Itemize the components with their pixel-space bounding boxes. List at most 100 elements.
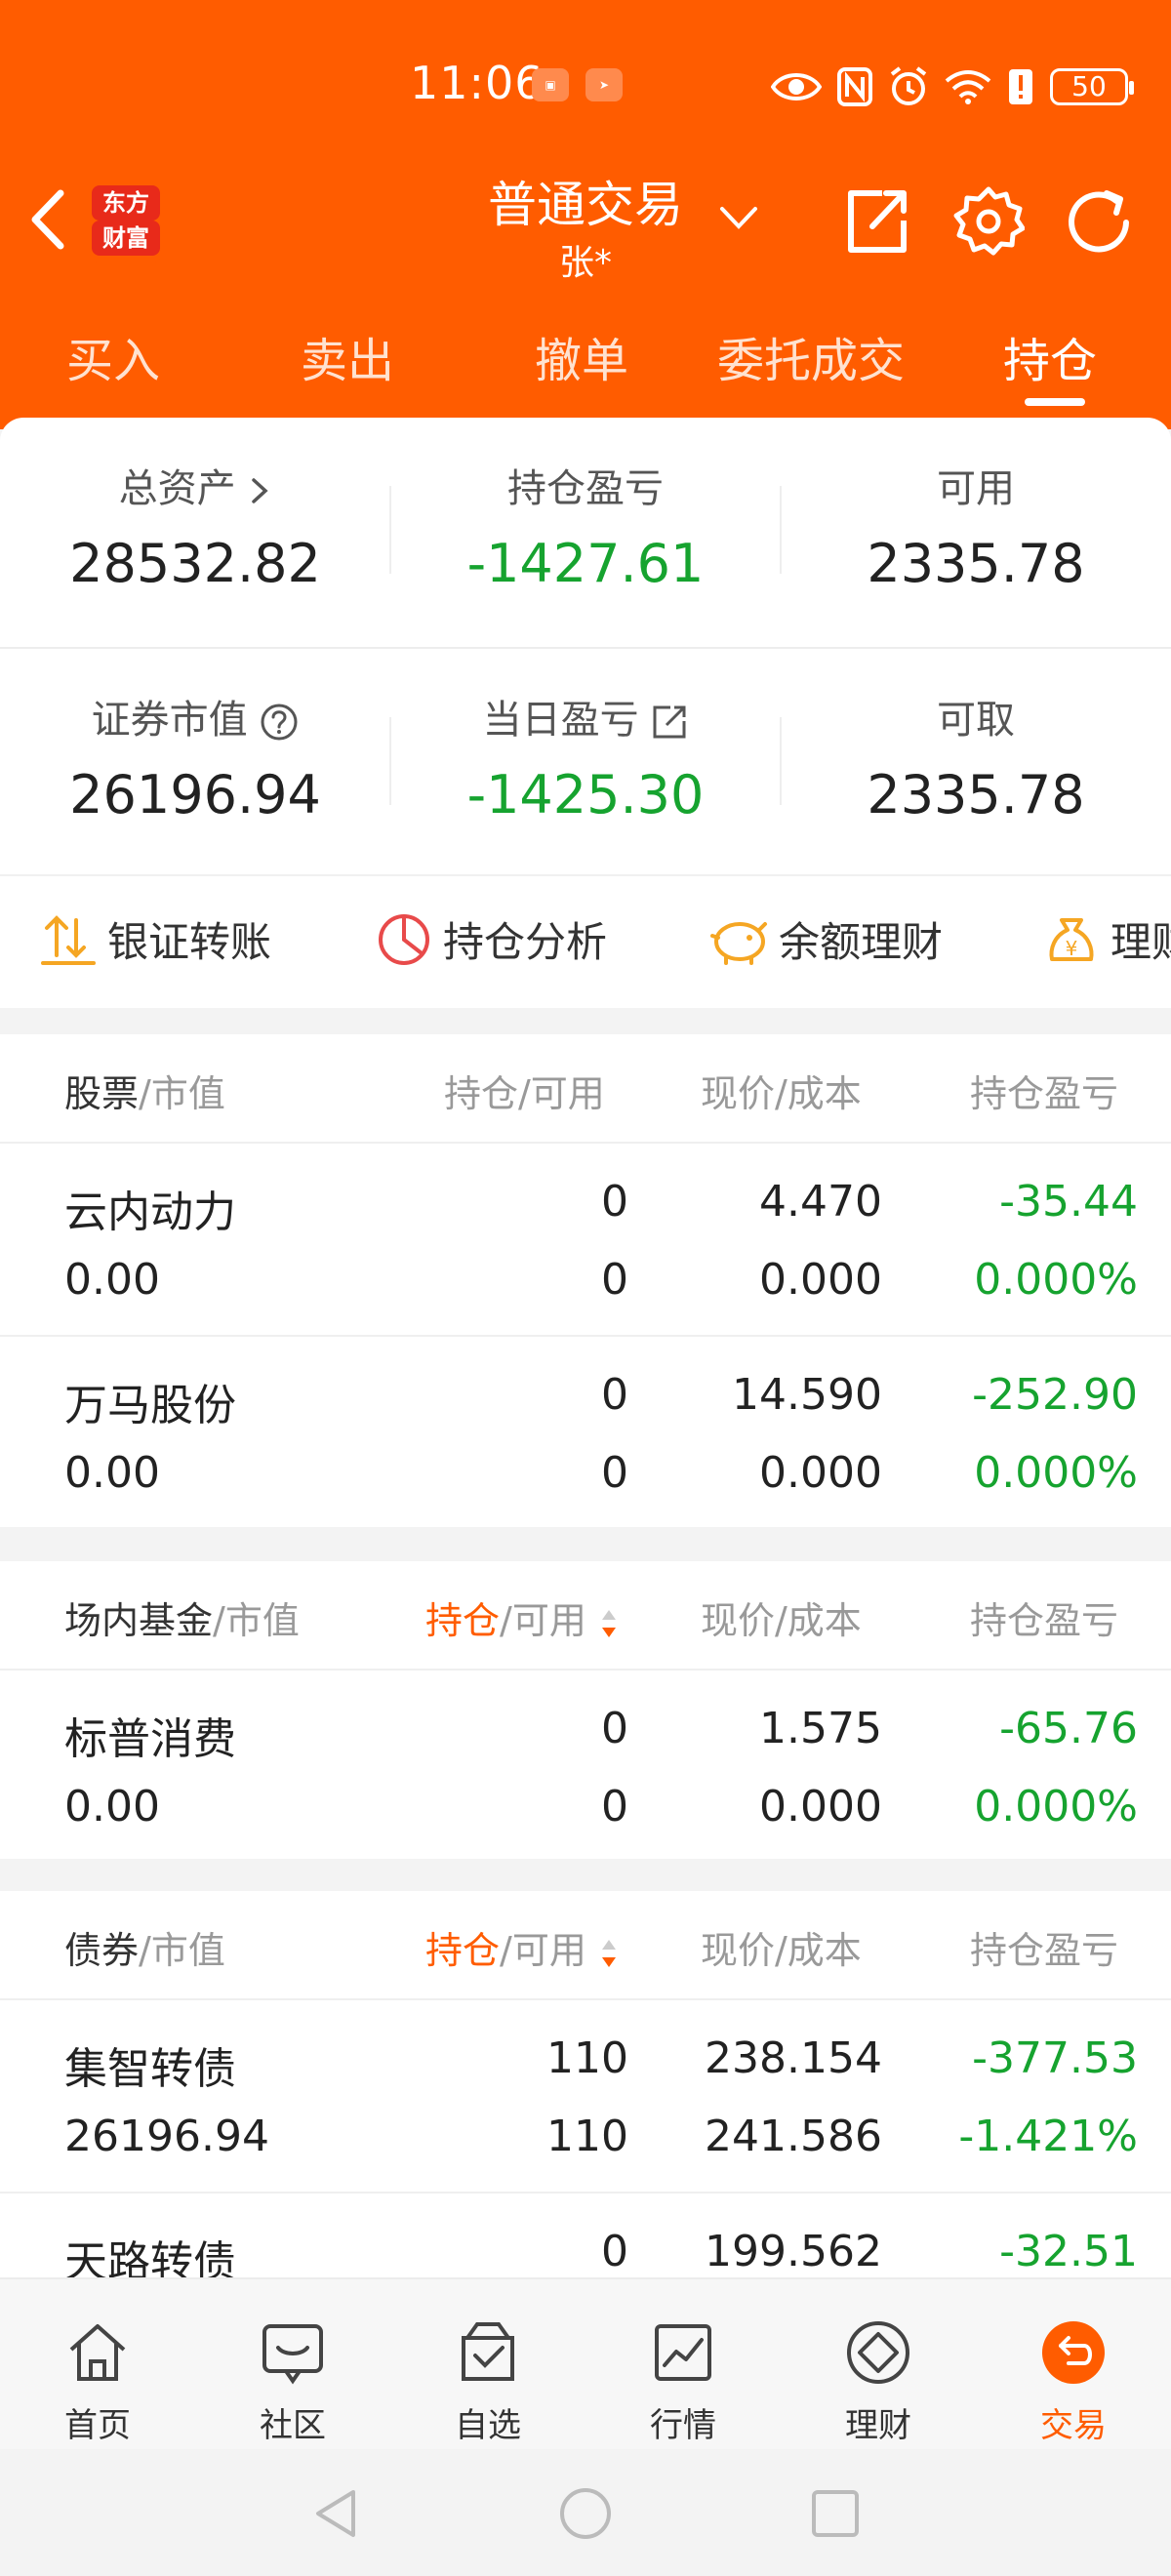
tab-positions[interactable]: 持仓 <box>1003 322 1097 390</box>
settings-gear-icon[interactable] <box>952 185 1025 258</box>
avail-qty: 0 <box>601 1448 628 1498</box>
col-price-cost[interactable]: 现价/成本 <box>701 1064 862 1117</box>
summary-row-1: 总资产 28532.82 持仓盈亏 -1427.61 可用 2335.78 <box>0 418 1171 642</box>
account-holder-name: 张* <box>558 243 612 283</box>
nav-community[interactable]: 社区 <box>224 2299 361 2445</box>
logo-text-bottom: 财富 <box>92 221 160 256</box>
transfer-icon <box>41 914 96 965</box>
total-assets-value: 28532.82 <box>69 533 321 594</box>
withdrawable-label: 可取 <box>937 698 1015 743</box>
daily-pnl-label: 当日盈亏 <box>482 698 639 743</box>
table-row[interactable]: 天路转债 0 199.562 -32.51 <box>0 2192 1171 2277</box>
app-header: 11:06 ▣ ➤ 50 东方 财富 普通交易 张* 买入 卖出 撤单 委托成交… <box>0 0 1171 429</box>
pnl-amount: -252.90 <box>972 1370 1138 1420</box>
tab-sell[interactable]: 卖出 <box>301 322 394 390</box>
position-pnl: 持仓盈亏 -1427.61 <box>390 418 781 642</box>
pnl-amount: -377.53 <box>972 2033 1138 2083</box>
col-price-cost[interactable]: 现价/成本 <box>701 1920 862 1974</box>
hold-qty: 0 <box>601 1704 628 1753</box>
system-back-icon[interactable] <box>310 2486 361 2541</box>
table-row[interactable]: 云内动力 0.00 0 0 4.470 0.000 -35.44 0.000% <box>0 1142 1171 1337</box>
tab-orders-fills[interactable]: 委托成交 <box>717 322 905 390</box>
nav-wealth[interactable]: 理财 <box>810 2299 947 2445</box>
share-icon[interactable] <box>843 185 911 258</box>
sort-desc-icon <box>601 1609 616 1637</box>
col-pnl[interactable]: 持仓盈亏 <box>970 1590 1146 1644</box>
hold-qty: 110 <box>546 2033 628 2083</box>
pnl-amount: -65.76 <box>999 1704 1138 1753</box>
quick-links-bar: 银证转账 持仓分析 余额理财 ¥ 理财 <box>0 874 1171 1001</box>
funds-section: 场内基金/市值 持仓/可用 现价/成本 持仓盈亏 标普消费 0.00 0 0 1… <box>0 1561 1171 1859</box>
total-assets[interactable]: 总资产 28532.82 <box>0 418 390 642</box>
market-value[interactable]: 证券市值 26196.94 <box>0 649 390 873</box>
nav-home[interactable]: 首页 <box>29 2299 166 2445</box>
table-row[interactable]: 标普消费 0.00 0 0 1.575 0.000 -65.76 0.000% <box>0 1669 1171 1864</box>
chevron-right-icon <box>252 478 268 503</box>
nav-market[interactable]: 行情 <box>615 2299 751 2445</box>
cost-price: 0.000 <box>759 1782 882 1831</box>
quicklink-wealth-management[interactable]: ¥ 理财 <box>1042 909 1171 969</box>
stock-market-value: 0.00 <box>64 1448 160 1498</box>
col-pnl[interactable]: 持仓盈亏 <box>970 1064 1146 1117</box>
quicklink-label: 余额理财 <box>779 918 944 966</box>
stock-name: 云内动力 <box>64 1187 236 1237</box>
back-arrow-icon[interactable] <box>23 185 72 254</box>
col-pnl[interactable]: 持仓盈亏 <box>970 1920 1146 1974</box>
daily-pnl[interactable]: 当日盈亏 -1425.30 <box>390 649 781 873</box>
available-funds: 可用 2335.78 <box>781 418 1171 642</box>
nav-trade[interactable]: 交易 <box>1005 2299 1142 2445</box>
col-hold-avail[interactable]: 持仓/可用 <box>444 1064 605 1117</box>
trade-tabs: 买入 卖出 撤单 委托成交 持仓 <box>0 312 1171 406</box>
tab-buy[interactable]: 买入 <box>66 322 160 390</box>
quicklink-label: 持仓分析 <box>443 918 608 966</box>
pnl-amount: -32.51 <box>999 2227 1138 2276</box>
table-row[interactable]: 集智转债 26196.94 110 110 238.154 241.586 -3… <box>0 1998 1171 2194</box>
system-recents-icon[interactable] <box>810 2488 861 2539</box>
system-home-icon[interactable] <box>558 2486 613 2541</box>
quicklink-balance-wealth[interactable]: 余额理财 <box>708 909 943 969</box>
daily-pnl-value: -1425.30 <box>466 764 705 825</box>
sim-alert-icon <box>1009 69 1032 104</box>
money-bag-icon: ¥ <box>1049 917 1094 961</box>
nfc-icon <box>837 67 872 106</box>
market-value-label: 证券市值 <box>91 698 248 743</box>
col-hold-avail[interactable]: 持仓/可用 <box>425 1590 620 1644</box>
withdrawable-value: 2335.78 <box>867 764 1085 825</box>
summary-row-2: 证券市值 26196.94 当日盈亏 -1425.30 可取 2335.78 <box>0 647 1171 871</box>
current-price: 4.470 <box>759 1177 882 1227</box>
chevron-down-icon[interactable] <box>718 203 759 232</box>
sort-desc-icon <box>601 1939 616 1967</box>
watchlist-icon <box>462 2322 514 2381</box>
available-value: 2335.78 <box>867 533 1085 594</box>
tab-cancel-order[interactable]: 撤单 <box>535 322 628 390</box>
col-price-cost[interactable]: 现价/成本 <box>701 1590 862 1644</box>
quicklink-label: 银证转账 <box>107 918 272 966</box>
nav-watchlist[interactable]: 自选 <box>420 2299 556 2445</box>
current-price: 238.154 <box>705 2033 882 2083</box>
question-circle-icon[interactable] <box>260 703 299 742</box>
bonds-header: 债券/市值 持仓/可用 现价/成本 持仓盈亏 <box>0 1891 1171 1998</box>
avail-qty: 0 <box>601 1782 628 1831</box>
stocks-header: 股票/市值 持仓/可用 现价/成本 持仓盈亏 <box>0 1034 1171 1142</box>
external-link-icon[interactable] <box>651 704 688 741</box>
stock-name: 万马股份 <box>64 1381 236 1430</box>
refresh-icon[interactable] <box>1062 185 1136 260</box>
quicklink-bank-transfer[interactable]: 银证转账 <box>39 909 271 969</box>
account-type-title[interactable]: 普通交易 <box>459 166 712 236</box>
col-hold-avail[interactable]: 持仓/可用 <box>425 1920 620 1974</box>
cost-price: 241.586 <box>705 2112 882 2161</box>
notification-icon: ▣ <box>532 68 569 101</box>
market-value-value: 26196.94 <box>69 764 321 825</box>
piggy-bank-icon <box>710 921 767 965</box>
quicklink-position-analysis[interactable]: 持仓分析 <box>375 909 607 969</box>
section-title-suffix: /市值 <box>213 1599 300 1642</box>
nav-bar: 东方 财富 普通交易 张* <box>0 156 1171 293</box>
svg-text:¥: ¥ <box>1066 937 1078 960</box>
cost-price: 0.000 <box>759 1255 882 1305</box>
funds-header: 场内基金/市值 持仓/可用 现价/成本 持仓盈亏 <box>0 1561 1171 1669</box>
table-row[interactable]: 万马股份 0.00 0 0 14.590 0.000 -252.90 0.000… <box>0 1335 1171 1530</box>
avail-qty: 110 <box>546 2112 628 2161</box>
wifi-icon <box>945 70 991 104</box>
position-pnl-value: -1427.61 <box>466 533 705 594</box>
hold-qty: 0 <box>601 2227 628 2276</box>
